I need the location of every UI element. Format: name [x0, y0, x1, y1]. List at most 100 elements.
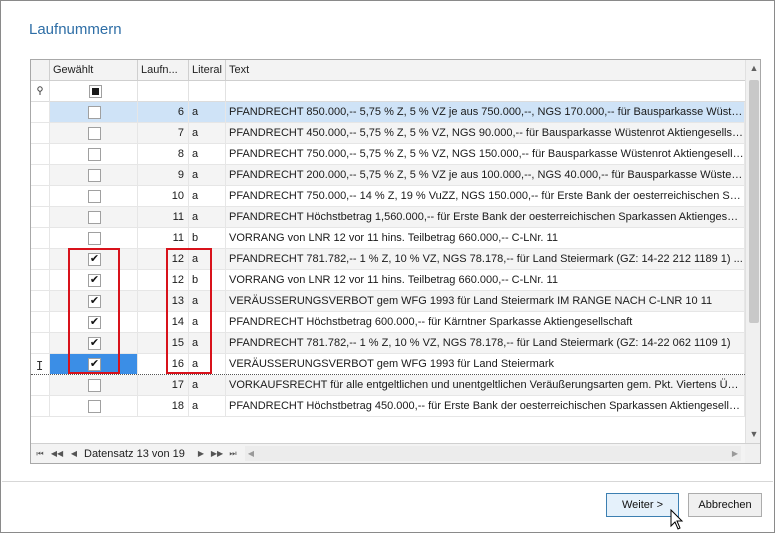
- table-row[interactable]: 7 a PFANDRECHT 450.000,-- 5,75 % Z, 5 % VZ…: [31, 123, 745, 144]
- cell-selected: [50, 144, 138, 164]
- table-row[interactable]: ✔ 16 a VERÄUSSERUNGSVERBOT gem WFG 1993 für…: [31, 354, 745, 375]
- row-checkbox[interactable]: ✔: [88, 253, 101, 266]
- pin-icon: [37, 86, 43, 95]
- filter-cell-selected[interactable]: [50, 81, 138, 102]
- table-row[interactable]: ✔ 15 a PFANDRECHT 781.782,-- 1 % Z, 10 % VZ…: [31, 333, 745, 354]
- cell-number: 7: [138, 123, 189, 143]
- auto-filter-row[interactable]: [31, 81, 745, 102]
- row-indicator[interactable]: [31, 186, 50, 206]
- cell-number: 14: [138, 312, 189, 332]
- scroll-down-icon[interactable]: ▼: [746, 426, 760, 443]
- column-header-selected[interactable]: Gewählt: [50, 60, 138, 81]
- row-checkbox[interactable]: [88, 400, 101, 413]
- next-record-icon[interactable]: ▶: [194, 446, 208, 461]
- cell-literal: b: [189, 228, 226, 248]
- scroll-up-icon[interactable]: ▲: [746, 60, 760, 77]
- table-row[interactable]: ✔ 14 a PFANDRECHT Höchstbetrag 600.000,-- f…: [31, 312, 745, 333]
- table-row[interactable]: ✔ 12 b VORRANG von LNR 12 vor 11 hins. Teil…: [31, 270, 745, 291]
- row-checkbox[interactable]: [88, 379, 101, 392]
- cell-selected: [50, 375, 138, 395]
- row-checkbox[interactable]: [88, 232, 101, 245]
- table-row[interactable]: 17 a VORKAUFSRECHT für alle entgeltlichen …: [31, 375, 745, 396]
- table-row[interactable]: 6 a PFANDRECHT 850.000,-- 5,75 % Z, 5 % VZ…: [31, 102, 745, 123]
- row-indicator[interactable]: [31, 396, 50, 416]
- filter-cell-number[interactable]: [138, 81, 189, 102]
- row-checkbox[interactable]: ✔: [88, 358, 101, 371]
- cancel-button[interactable]: Abbrechen: [688, 493, 762, 517]
- header-indicator: [31, 60, 50, 81]
- column-header-text[interactable]: Text: [226, 60, 745, 81]
- row-indicator[interactable]: [31, 228, 50, 248]
- filter-cell-literal[interactable]: [189, 81, 226, 102]
- scroll-left-icon[interactable]: ◀: [245, 446, 257, 461]
- cell-literal: a: [189, 333, 226, 353]
- next-button[interactable]: Weiter >: [606, 493, 679, 517]
- table-row[interactable]: ✔ 12 a PFANDRECHT 781.782,-- 1 % Z, 10 % VZ…: [31, 249, 745, 270]
- cell-literal: a: [189, 207, 226, 227]
- record-counter: Datensatz 13 von 19: [84, 448, 185, 460]
- row-indicator[interactable]: [31, 123, 50, 143]
- column-header-number[interactable]: Laufn...: [138, 60, 189, 81]
- row-checkbox[interactable]: ✔: [88, 295, 101, 308]
- cell-text: PFANDRECHT 781.782,-- 1 % Z, 10 % VZ, NG…: [226, 249, 745, 269]
- row-indicator[interactable]: [31, 312, 50, 332]
- filter-cell-text[interactable]: [226, 81, 745, 102]
- row-indicator[interactable]: [31, 102, 50, 122]
- prev-page-icon[interactable]: ◀◀: [50, 446, 64, 461]
- cell-number: 8: [138, 144, 189, 164]
- first-record-icon[interactable]: ⏮: [33, 446, 47, 461]
- cell-literal: a: [189, 123, 226, 143]
- row-checkbox[interactable]: ✔: [88, 274, 101, 287]
- cell-literal: a: [189, 354, 226, 374]
- cell-selected: [50, 102, 138, 122]
- cell-selected: ✔: [50, 270, 138, 290]
- cell-selected: ✔: [50, 333, 138, 353]
- table-row[interactable]: 8 a PFANDRECHT 750.000,-- 5,75 % Z, 5 % VZ…: [31, 144, 745, 165]
- row-checkbox[interactable]: ✔: [88, 337, 101, 350]
- row-checkbox[interactable]: [88, 106, 101, 119]
- row-checkbox[interactable]: [88, 127, 101, 140]
- cell-text: VORKAUFSRECHT für alle entgeltlichen und…: [226, 375, 745, 395]
- cell-text: PFANDRECHT Höchstbetrag 1,560.000,-- für…: [226, 207, 745, 227]
- cell-selected: ✔: [50, 249, 138, 269]
- cell-selected: ✔: [50, 312, 138, 332]
- cell-text: PFANDRECHT Höchstbetrag 450.000,-- für E…: [226, 396, 745, 416]
- horizontal-scrollbar[interactable]: ◀ ▶: [245, 446, 741, 461]
- row-indicator[interactable]: [31, 333, 50, 353]
- table-row[interactable]: 11 a PFANDRECHT Höchstbetrag 1,560.000,-- …: [31, 207, 745, 228]
- row-indicator[interactable]: [31, 249, 50, 269]
- last-record-icon[interactable]: ⏭: [226, 446, 240, 461]
- scroll-right-icon[interactable]: ▶: [729, 446, 741, 461]
- next-page-icon[interactable]: ▶▶: [210, 446, 224, 461]
- scroll-thumb[interactable]: [749, 80, 759, 323]
- cell-number: 17: [138, 375, 189, 395]
- table-row[interactable]: 18 a PFANDRECHT Höchstbetrag 450.000,-- fü…: [31, 396, 745, 417]
- row-checkbox[interactable]: [88, 211, 101, 224]
- row-indicator[interactable]: [31, 165, 50, 185]
- prev-record-icon[interactable]: ◀: [67, 446, 81, 461]
- row-checkbox[interactable]: [88, 148, 101, 161]
- cell-text: PFANDRECHT 750.000,-- 14 % Z, 19 % VuZZ,…: [226, 186, 745, 206]
- table-row[interactable]: 10 a PFANDRECHT 750.000,-- 14 % Z, 19 % Vu…: [31, 186, 745, 207]
- row-indicator[interactable]: [31, 291, 50, 311]
- cell-text: PFANDRECHT 850.000,-- 5,75 % Z, 5 % VZ j…: [226, 102, 745, 122]
- row-indicator[interactable]: [31, 144, 50, 164]
- table-row[interactable]: 9 a PFANDRECHT 200.000,-- 5,75 % Z, 5 % VZ…: [31, 165, 745, 186]
- vertical-scrollbar[interactable]: ▲ ▼: [745, 60, 760, 443]
- cell-number: 11: [138, 228, 189, 248]
- row-indicator[interactable]: [31, 375, 50, 395]
- row-indicator[interactable]: [31, 270, 50, 290]
- table-row[interactable]: ✔ 13 a VERÄUSSERUNGSVERBOT gem WFG 1993 für…: [31, 291, 745, 312]
- row-checkbox[interactable]: [88, 169, 101, 182]
- footer-separator: [2, 481, 773, 482]
- column-header-literal[interactable]: Literal: [189, 60, 226, 81]
- filter-checkbox[interactable]: [89, 85, 102, 98]
- row-indicator[interactable]: [31, 207, 50, 227]
- row-checkbox[interactable]: ✔: [88, 316, 101, 329]
- table-row[interactable]: 11 b VORRANG von LNR 12 vor 11 hins. Teilb…: [31, 228, 745, 249]
- cell-literal: a: [189, 291, 226, 311]
- row-checkbox[interactable]: [88, 190, 101, 203]
- text-cursor-icon: I: [36, 359, 44, 373]
- cell-text: VERÄUSSERUNGSVERBOT gem WFG 1993 für Lan…: [226, 354, 745, 374]
- laufnummern-grid[interactable]: Gewählt Laufn... Literal Text 6 a PFANDREC…: [30, 59, 761, 464]
